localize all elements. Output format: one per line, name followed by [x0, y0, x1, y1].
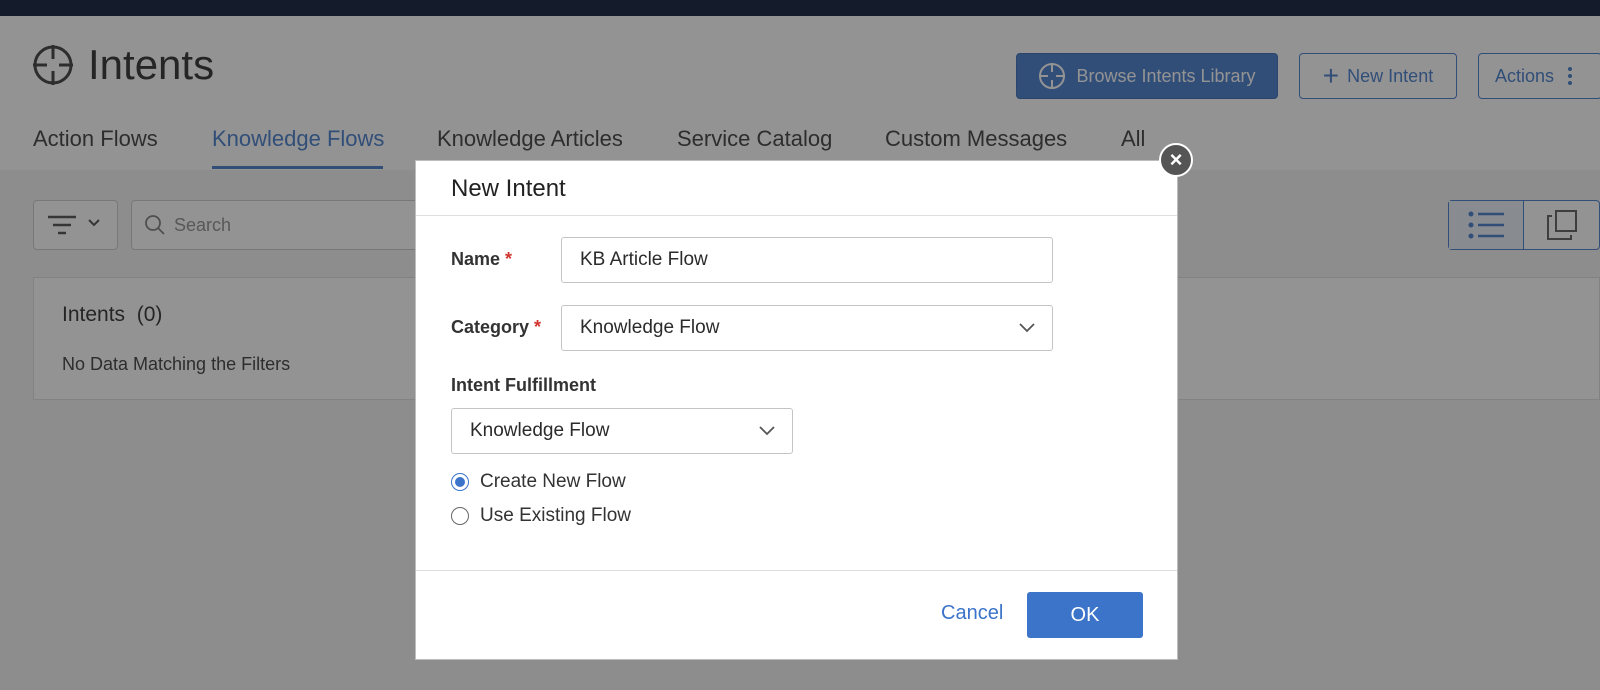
- radio-checked-icon[interactable]: [451, 473, 469, 491]
- new-intent-dialog: New Intent Name* Category* Knowledge Flo…: [415, 160, 1178, 660]
- required-mark: *: [534, 317, 542, 337]
- fulfillment-select[interactable]: Knowledge Flow: [451, 408, 793, 454]
- cancel-button[interactable]: Cancel: [941, 602, 1003, 625]
- divider: [416, 570, 1177, 571]
- top-bar: [0, 0, 1600, 16]
- dialog-title: New Intent: [451, 175, 566, 202]
- divider: [416, 215, 1177, 216]
- name-field[interactable]: [561, 237, 1053, 283]
- name-label-text: Name: [451, 249, 501, 269]
- fulfillment-value: Knowledge Flow: [470, 420, 610, 441]
- chevron-down-icon: [759, 426, 775, 436]
- use-existing-flow-label: Use Existing Flow: [480, 505, 631, 526]
- category-label-text: Category: [451, 317, 530, 337]
- intent-fulfillment-label: Intent Fulfillment: [451, 375, 596, 395]
- close-icon[interactable]: ×: [1159, 143, 1193, 177]
- category-value: Knowledge Flow: [580, 317, 720, 338]
- category-select[interactable]: Knowledge Flow: [561, 305, 1053, 351]
- name-label: Name *: [451, 249, 512, 270]
- create-new-flow-label: Create New Flow: [480, 471, 626, 492]
- create-new-flow-radio[interactable]: Create New Flow: [451, 471, 626, 493]
- ok-button[interactable]: OK: [1027, 592, 1143, 638]
- chevron-down-icon: [1019, 323, 1035, 333]
- name-input[interactable]: [580, 249, 1052, 271]
- radio-unchecked-icon[interactable]: [451, 507, 469, 525]
- use-existing-flow-radio[interactable]: Use Existing Flow: [451, 505, 631, 527]
- category-label: Category *: [451, 317, 541, 338]
- required-mark: *: [505, 249, 513, 269]
